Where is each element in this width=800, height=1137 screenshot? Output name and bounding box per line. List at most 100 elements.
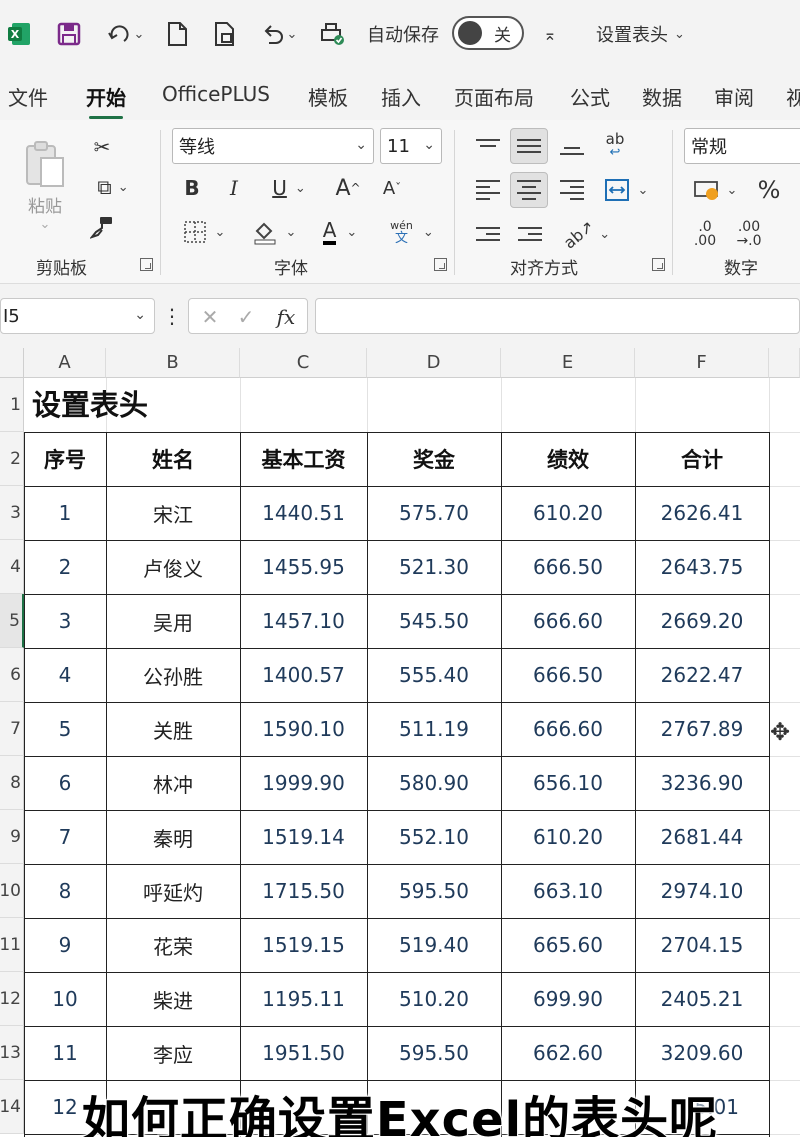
format-painter-icon[interactable]	[88, 212, 116, 242]
column-header-c[interactable]: C	[240, 348, 367, 378]
align-right-icon[interactable]	[556, 172, 588, 208]
name-box[interactable]: I5 ⌄	[0, 298, 155, 334]
row-header-6[interactable]: 6	[0, 648, 24, 702]
tab-review[interactable]: 审阅	[714, 82, 754, 111]
row-header-4[interactable]: 4	[0, 540, 24, 594]
table-cell[interactable]: 580.90	[367, 756, 501, 810]
tab-formulas[interactable]: 公式	[570, 82, 610, 111]
table-cell[interactable]: 3209.60	[635, 1026, 769, 1080]
column-header-b[interactable]: B	[106, 348, 240, 378]
tab-view[interactable]: 视	[786, 82, 800, 111]
excel-logo-icon[interactable]: X	[4, 14, 34, 54]
tab-insert[interactable]: 插入	[381, 82, 421, 111]
insert-function-icon[interactable]: fx	[271, 303, 301, 331]
decrease-indent-icon[interactable]	[472, 216, 504, 252]
table-header-cell[interactable]: 姓名	[106, 432, 240, 486]
corner-select-all[interactable]	[0, 348, 24, 378]
decrease-decimal-icon[interactable]: .00 →.0	[732, 216, 766, 252]
row-header-2[interactable]: 2	[0, 432, 24, 486]
table-cell[interactable]: 1457.10	[240, 594, 367, 648]
table-cell[interactable]: 510.20	[367, 972, 501, 1026]
table-cell[interactable]: 公孙胜	[106, 648, 240, 702]
underline-button[interactable]: U ⌄	[262, 172, 316, 204]
autosave-toggle[interactable]: 关	[452, 16, 524, 50]
table-header-cell[interactable]: 序号	[24, 432, 106, 486]
row-header-11[interactable]: 11	[0, 918, 24, 972]
chevron-down-icon[interactable]: ⌄	[287, 27, 298, 42]
table-cell[interactable]: 2669.20	[635, 594, 769, 648]
table-cell[interactable]: 7	[24, 810, 106, 864]
tab-templates[interactable]: 模板	[308, 82, 348, 111]
table-header-cell[interactable]: 绩效	[501, 432, 635, 486]
table-cell[interactable]: 5	[24, 702, 106, 756]
increase-indent-icon[interactable]	[514, 216, 546, 252]
cut-icon[interactable]: ✂	[88, 132, 116, 162]
borders-button[interactable]: ⌄	[176, 216, 232, 248]
table-cell[interactable]: 1440.51	[240, 486, 367, 540]
more-options-icon[interactable]: ⋮	[162, 298, 182, 334]
clipboard-launcher-icon[interactable]	[140, 258, 153, 271]
table-cell[interactable]: 3236.90	[635, 756, 769, 810]
table-cell[interactable]: 2767.89	[635, 702, 769, 756]
table-cell[interactable]: 662.60	[501, 1026, 635, 1080]
table-cell[interactable]: 1519.15	[240, 918, 367, 972]
table-cell[interactable]: 1	[24, 486, 106, 540]
table-cell[interactable]: 8	[24, 864, 106, 918]
enter-icon[interactable]: ✓	[233, 303, 259, 331]
table-cell[interactable]: 花荣	[106, 918, 240, 972]
tab-data[interactable]: 数据	[642, 82, 682, 111]
customize-toolbar-icon[interactable]: ⌅	[536, 14, 564, 54]
table-cell[interactable]: 3	[24, 594, 106, 648]
wrap-text-icon[interactable]: ab ↩	[598, 128, 632, 164]
print-preview-icon[interactable]	[314, 14, 350, 54]
table-cell[interactable]: 2643.75	[635, 540, 769, 594]
tab-file[interactable]: 文件	[8, 82, 48, 111]
table-header-cell[interactable]: 奖金	[367, 432, 501, 486]
table-cell[interactable]: 666.60	[501, 702, 635, 756]
percent-button[interactable]: %	[752, 172, 786, 208]
table-cell[interactable]: 11	[24, 1026, 106, 1080]
table-cell[interactable]: 666.50	[501, 648, 635, 702]
table-cell[interactable]: 呼延灼	[106, 864, 240, 918]
row-header-9[interactable]: 9	[0, 810, 24, 864]
font-name-select[interactable]: 等线 ⌄	[172, 128, 374, 164]
table-cell[interactable]: 511.19	[367, 702, 501, 756]
table-cell[interactable]: 519.40	[367, 918, 501, 972]
open-file-icon[interactable]	[208, 14, 242, 54]
table-cell[interactable]: 10	[24, 972, 106, 1026]
table-cell[interactable]: 1519.14	[240, 810, 367, 864]
table-cell[interactable]: 656.10	[501, 756, 635, 810]
new-file-icon[interactable]	[160, 14, 194, 54]
font-launcher-icon[interactable]	[434, 258, 447, 271]
table-cell[interactable]: 6	[24, 756, 106, 810]
cancel-icon[interactable]: ✕	[197, 303, 223, 331]
table-cell[interactable]: 595.50	[367, 1026, 501, 1080]
table-cell[interactable]: 699.90	[501, 972, 635, 1026]
table-cell[interactable]: 1455.95	[240, 540, 367, 594]
table-cell[interactable]: 555.40	[367, 648, 501, 702]
align-middle-icon[interactable]	[510, 128, 548, 164]
table-cell[interactable]: 4	[24, 648, 106, 702]
table-cell[interactable]: 9	[24, 918, 106, 972]
alignment-launcher-icon[interactable]	[652, 258, 665, 271]
table-cell[interactable]: 521.30	[367, 540, 501, 594]
table-header-cell[interactable]: 合计	[635, 432, 769, 486]
fill-color-button[interactable]: ⌄	[246, 216, 302, 248]
align-bottom-icon[interactable]	[556, 128, 588, 164]
table-cell[interactable]: 柴进	[106, 972, 240, 1026]
tab-home[interactable]: 开始	[86, 82, 126, 119]
row-header-8[interactable]: 8	[0, 756, 24, 810]
table-cell[interactable]: 1400.57	[240, 648, 367, 702]
column-header-a[interactable]: A	[24, 348, 106, 378]
table-cell[interactable]: 卢俊义	[106, 540, 240, 594]
table-cell[interactable]: 1715.50	[240, 864, 367, 918]
table-cell[interactable]: 林冲	[106, 756, 240, 810]
chevron-down-icon[interactable]: ⌄	[134, 27, 145, 42]
table-cell[interactable]: 1195.11	[240, 972, 367, 1026]
italic-button[interactable]: I	[220, 172, 248, 204]
table-cell[interactable]: 1951.50	[240, 1026, 367, 1080]
table-cell[interactable]: 2704.15	[635, 918, 769, 972]
table-header-cell[interactable]: 基本工资	[240, 432, 367, 486]
align-left-icon[interactable]	[472, 172, 504, 208]
row-header-13[interactable]: 13	[0, 1026, 24, 1080]
